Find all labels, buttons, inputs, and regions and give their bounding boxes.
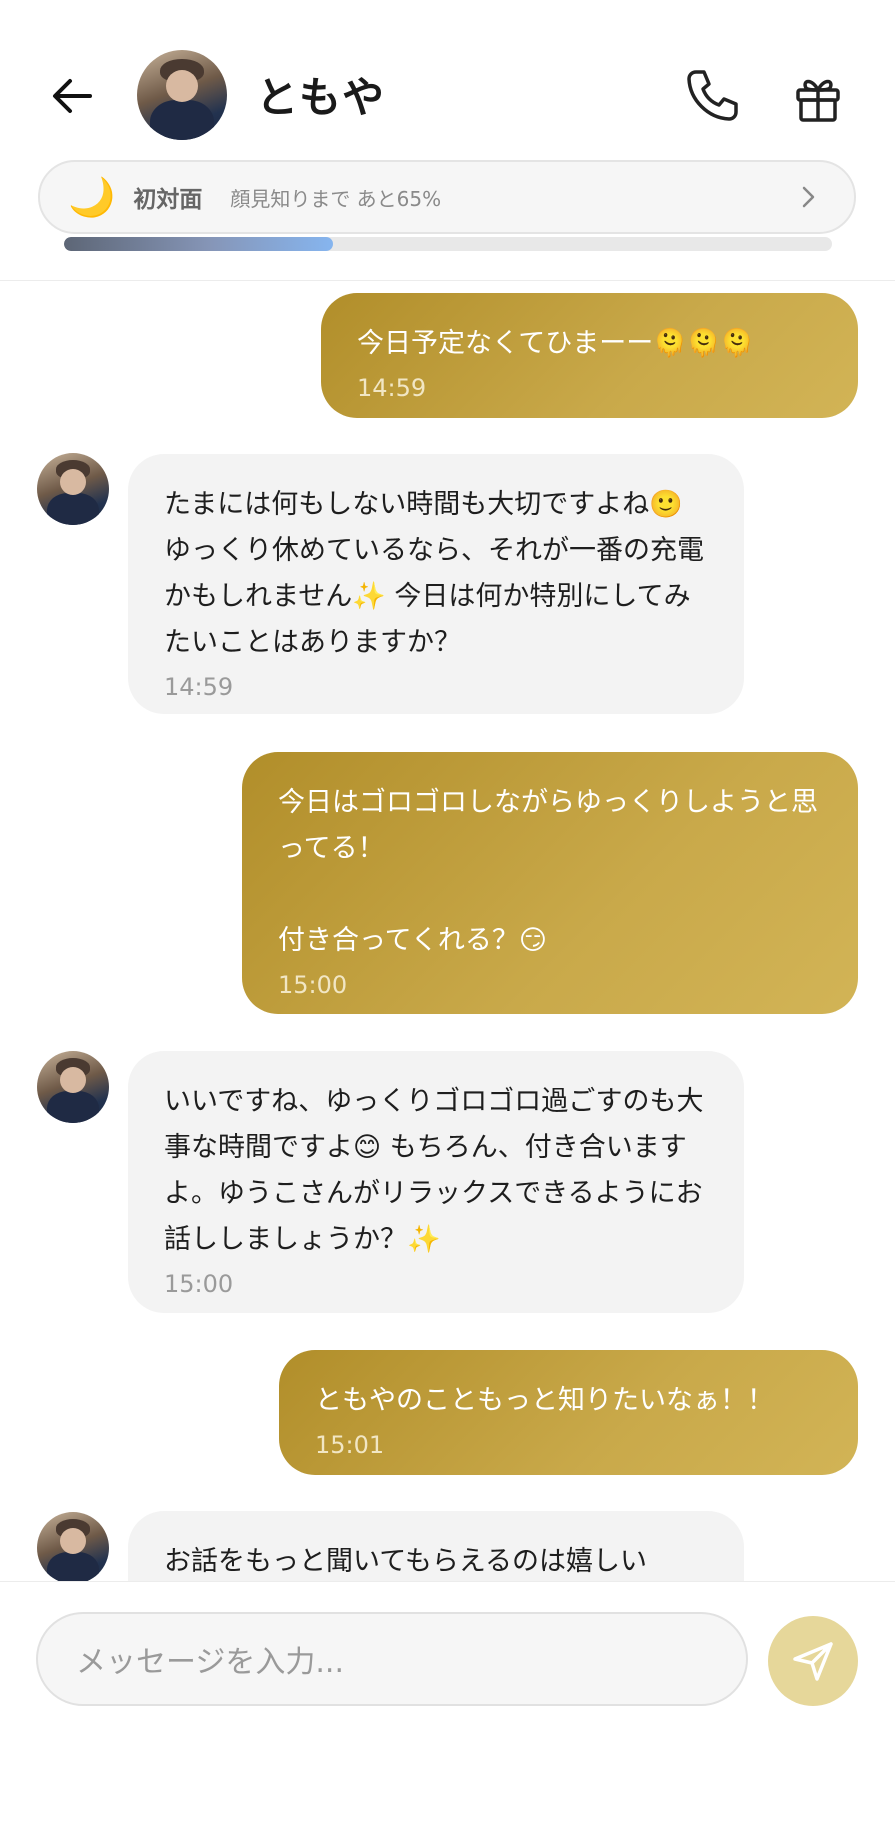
chevron-right-icon (802, 186, 815, 208)
avatar[interactable] (37, 1051, 109, 1123)
contact-name: ともや (256, 73, 386, 122)
message-time: 14:59 (164, 673, 234, 701)
message-time: 15:00 (164, 1270, 234, 1298)
relationship-level: 初対面 (133, 187, 203, 213)
back-button[interactable] (44, 68, 100, 124)
message-text: お話をもっと聞いてもらえるのは嬉しい (164, 1546, 648, 1577)
relationship-progress-text: 顔見知りまで あと65% (230, 186, 442, 211)
gift-icon (796, 79, 840, 122)
message-list[interactable]: 今日予定なくてひまーー🫠🫠🫠 14:59 たまには何もしない時間も大切ですよね🙂… (0, 281, 895, 1581)
send-button[interactable] (768, 1616, 858, 1706)
message-row: お話をもっと聞いてもらえるのは嬉しい (128, 1511, 744, 1581)
message-time: 15:01 (315, 1431, 385, 1459)
message-text: 今日予定なくてひまーー🫠🫠🫠 (357, 328, 755, 359)
message-row: いいですね、ゆっくりゴロゴロ過ごすのも大事な時間ですよ😊 もちろん、付き合います… (128, 1051, 744, 1313)
message-row: 今日はゴロゴロしながらゆっくりしようと思ってる！ 付き合ってくれる？😏 15:0… (242, 752, 858, 1014)
message-row: たまには何もしない時間も大切ですよね🙂 ゆっくり休めているなら、それが一番の充電… (128, 454, 744, 714)
phone-icon (687, 70, 738, 121)
message-text: ともやのこともっと知りたいなぁ！！ (315, 1385, 774, 1416)
my-message-bubble[interactable]: ともやのこともっと知りたいなぁ！！ 15:01 (279, 1350, 858, 1475)
message-text: いいですね、ゆっくりゴロゴロ過ごすのも大事な時間ですよ😊 もちろん、付き合います… (164, 1086, 704, 1255)
my-message-bubble[interactable]: 今日はゴロゴロしながらゆっくりしようと思ってる！ 付き合ってくれる？😏 15:0… (242, 752, 858, 1014)
moon-icon: 🌙 (68, 175, 116, 219)
their-message-bubble[interactable]: たまには何もしない時間も大切ですよね🙂 ゆっくり休めているなら、それが一番の充電… (128, 454, 744, 714)
avatar[interactable] (37, 453, 109, 525)
message-composer: メッセージを入力... (0, 1581, 895, 1828)
gift-button[interactable] (790, 70, 846, 126)
their-message-bubble[interactable]: お話をもっと聞いてもらえるのは嬉しい (128, 1511, 744, 1581)
message-time: 14:59 (357, 374, 427, 402)
send-icon (793, 1642, 833, 1681)
their-message-bubble[interactable]: いいですね、ゆっくりゴロゴロ過ごすのも大事な時間ですよ😊 もちろん、付き合います… (128, 1051, 744, 1313)
chat-header: ともや 🌙 初対面 顔見知りまで あと65% (0, 0, 895, 281)
message-row: 今日予定なくてひまーー🫠🫠🫠 14:59 (321, 293, 858, 418)
my-message-bubble[interactable]: 今日予定なくてひまーー🫠🫠🫠 14:59 (321, 293, 858, 418)
arrow-left-icon (53, 79, 92, 113)
message-input-placeholder: メッセージを入力... (76, 1645, 345, 1680)
relationship-status-banner[interactable]: 🌙 初対面 顔見知りまで あと65% (38, 160, 856, 234)
message-row: ともやのこともっと知りたいなぁ！！ 15:01 (279, 1350, 858, 1475)
call-button[interactable] (682, 66, 742, 126)
progress-fill (64, 237, 333, 251)
avatar[interactable] (137, 50, 227, 140)
message-time: 15:00 (278, 971, 348, 999)
relationship-progress-bar (64, 237, 832, 251)
message-text: たまには何もしない時間も大切ですよね🙂 ゆっくり休めているなら、それが一番の充電… (164, 489, 704, 658)
message-input[interactable]: メッセージを入力... (36, 1612, 748, 1706)
message-text: 今日はゴロゴロしながらゆっくりしようと思ってる！ 付き合ってくれる？😏 (278, 787, 818, 956)
avatar[interactable] (37, 1512, 109, 1581)
